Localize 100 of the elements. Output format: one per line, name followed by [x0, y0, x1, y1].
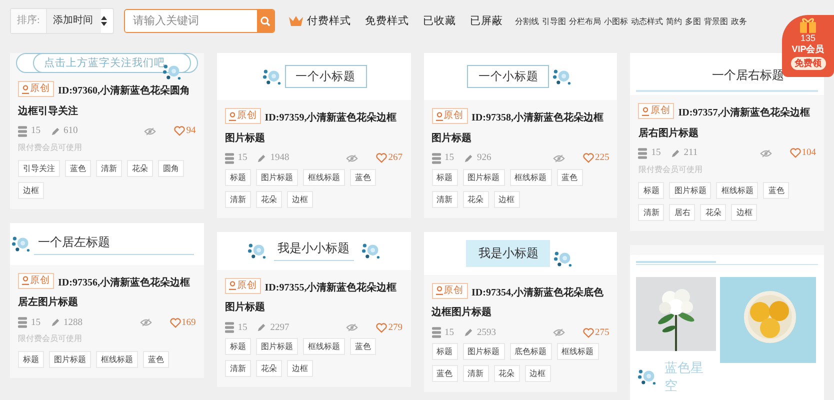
tag[interactable]: 标题 [638, 182, 664, 198]
tag[interactable]: 标题 [18, 351, 44, 368]
tag[interactable]: 花朵 [494, 365, 520, 382]
tag[interactable]: 清新 [432, 190, 458, 208]
category-link[interactable]: 分割线 [514, 16, 539, 26]
template-card[interactable]: 我是小标题 原创 ID:97354,小清新蓝色花朵底色边框图片标题 15 2593 275 标题 图片标题 底色标题 框线标题 蓝色 清新 花朵 边框 [424, 232, 618, 392]
template-title: 原创 ID:97356,小清新蓝色花朵边框居左图片标题 [18, 272, 196, 313]
tag[interactable]: 框线标题 [302, 338, 345, 355]
eye-off-icon[interactable] [144, 126, 156, 136]
flower-icon [551, 68, 574, 86]
template-card[interactable]: 一个小标题 原创 ID:97359,小清新蓝色花朵边框图片标题 15 1948 267 标题 图片标题 框线标题 蓝色 清新 花朵 边框 [216, 53, 410, 218]
search-field[interactable]: 请输入关键词 [124, 9, 275, 33]
tag[interactable]: 边框 [524, 365, 550, 382]
layers-icon [18, 317, 27, 328]
tag[interactable]: 花朵 [256, 190, 282, 208]
tag[interactable]: 框线标题 [556, 343, 598, 360]
original-badge: 原创 [432, 282, 468, 298]
tag[interactable]: 蓝色 [763, 182, 790, 198]
tag[interactable]: 框线标题 [510, 168, 552, 186]
tag[interactable]: 清新 [462, 365, 488, 382]
tag[interactable]: 清新 [96, 160, 122, 176]
layer-count: 15 [31, 318, 40, 328]
tag[interactable]: 边框 [286, 190, 313, 208]
template-card[interactable]: 点击上方蓝字关注我们吧 原创 ID:97360,小清新蓝色花朵圆角边框引导关注 15 610 94 限付费会员可使用 引导关注 蓝色 清新 花朵 圆角 边框 [10, 53, 204, 208]
boxed-title: 一个小标题 [284, 65, 367, 88]
tag[interactable]: 清新 [638, 204, 664, 220]
tag[interactable]: 框线标题 [716, 182, 758, 198]
underlined-title: 一个居左标题 [34, 232, 194, 255]
original-badge: 原创 [224, 108, 261, 124]
eye-off-icon[interactable] [760, 148, 772, 158]
tag[interactable]: 蓝色 [350, 338, 376, 355]
use-count: 2297 [270, 322, 290, 332]
use-count: 926 [477, 153, 492, 163]
template-card[interactable]: 我是小小标题 原创 ID:97355,小清新蓝色花朵边框图片标题 15 2297 279 标题 图片标题 框线标题 蓝色 清新 花朵 边框 [216, 232, 410, 387]
tag[interactable]: 花朵 [700, 204, 726, 220]
category-link[interactable]: 分栏布局 [568, 16, 601, 26]
tag[interactable]: 边框 [286, 360, 313, 377]
search-icon [260, 16, 271, 26]
tag[interactable]: 花朵 [256, 360, 282, 377]
tag[interactable]: 花朵 [127, 160, 153, 176]
tag[interactable]: 标题 [224, 338, 251, 355]
tag[interactable]: 标题 [432, 168, 458, 186]
tag[interactable]: 边框 [18, 182, 44, 198]
sort-select[interactable]: 排序: 添加时间 [10, 8, 114, 34]
tag[interactable]: 图片标题 [462, 168, 504, 186]
tag[interactable]: 边框 [731, 204, 758, 220]
eye-off-icon[interactable] [553, 154, 565, 162]
eye-off-icon[interactable] [140, 318, 152, 327]
tag[interactable]: 蓝色 [556, 168, 582, 186]
filter-link[interactable]: 免费样式 [364, 14, 409, 28]
gift-icon [798, 17, 818, 33]
search-button[interactable] [256, 10, 274, 32]
pencil-icon [50, 318, 60, 327]
tag[interactable]: 清新 [224, 360, 251, 377]
filter-link[interactable]: 付费样式 [288, 14, 351, 28]
tag[interactable]: 图片标题 [669, 182, 712, 198]
heart-icon [174, 126, 186, 136]
heart-icon [583, 153, 594, 163]
boxed-title: 一个小标题 [467, 65, 550, 88]
category-link[interactable]: 小图标 [604, 16, 628, 26]
tag[interactable]: 圆角 [158, 160, 184, 176]
tag[interactable]: 图片标题 [256, 338, 298, 355]
tag[interactable]: 蓝色 [350, 168, 376, 186]
template-card[interactable]: 一个居左标题 原创 ID:97356,小清新蓝色花朵边框居左图片标题 15 1288 169 限付费会员可使用 标题 图片标题 框线标题 蓝色 [10, 222, 204, 378]
eye-off-icon[interactable] [346, 323, 358, 332]
tag[interactable]: 花朵 [462, 190, 488, 208]
underlined-title: 我是小小标题 [274, 240, 354, 261]
category-link[interactable]: 简约 [666, 16, 682, 26]
category-link[interactable]: 多图 [684, 16, 701, 26]
original-badge: 原创 [18, 272, 54, 288]
filter-link[interactable]: 已收藏 [422, 14, 456, 28]
tag[interactable]: 框线标题 [302, 168, 345, 186]
vip-badge[interactable]: 135 VIP会员 免费领 [782, 15, 834, 77]
tag[interactable]: 清新 [224, 190, 251, 208]
tag[interactable]: 底色标题 [510, 343, 552, 360]
tag[interactable]: 蓝色 [143, 351, 169, 368]
member-note: 限付费会员可使用 [638, 164, 704, 174]
category-link[interactable]: 政务 [730, 16, 747, 26]
category-link[interactable]: 引导图 [542, 16, 566, 26]
eye-off-icon[interactable] [553, 328, 565, 337]
tag[interactable]: 图片标题 [49, 351, 91, 368]
filled-title: 我是小标题 [466, 240, 550, 266]
pencil-icon [464, 154, 473, 162]
tag[interactable]: 图片标题 [256, 168, 298, 186]
tag[interactable]: 标题 [432, 343, 458, 360]
category-link[interactable]: 动态样式 [630, 16, 663, 26]
filter-link[interactable]: 已屏蔽 [470, 14, 503, 28]
tag[interactable]: 蓝色 [65, 160, 91, 176]
tag[interactable]: 蓝色 [432, 365, 458, 382]
tag[interactable]: 标题 [224, 168, 251, 186]
tag[interactable]: 边框 [494, 190, 520, 208]
crown-icon [288, 16, 303, 26]
tag[interactable]: 居右 [669, 204, 696, 220]
template-title: 原创 ID:97357,小清新蓝色花朵边框居右图片标题 [638, 103, 816, 144]
tag[interactable]: 图片标题 [462, 343, 504, 360]
tag[interactable]: 框线标题 [96, 351, 138, 368]
category-link[interactable]: 背景图 [704, 16, 728, 26]
eye-off-icon[interactable] [346, 154, 358, 162]
template-card[interactable]: 一个小标题 原创 ID:97358,小清新蓝色花朵边框图片标题 15 926 225 标题 图片标题 框线标题 蓝色 清新 花朵 边框 [424, 53, 618, 218]
tag[interactable]: 引导关注 [18, 160, 60, 176]
